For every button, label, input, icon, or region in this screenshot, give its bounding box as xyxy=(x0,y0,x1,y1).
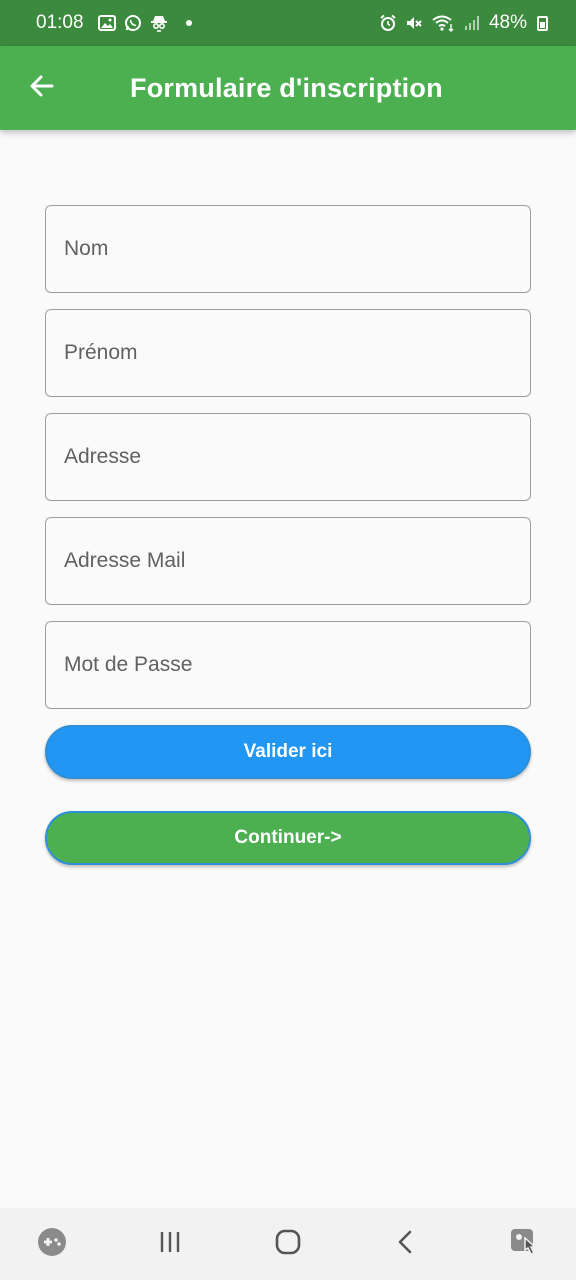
email-field[interactable] xyxy=(45,517,531,605)
registration-form: Valider ici Continuer-> xyxy=(45,205,531,865)
app-bar: Formulaire d'inscription xyxy=(0,46,576,130)
assistant-icon xyxy=(508,1226,540,1263)
gallery-icon xyxy=(97,14,116,32)
recent-apps-button[interactable] xyxy=(140,1214,200,1274)
submit-button[interactable]: Valider ici xyxy=(45,725,531,779)
wifi-icon xyxy=(431,14,455,32)
status-right: 48% xyxy=(379,12,548,34)
prenom-field[interactable] xyxy=(45,309,531,397)
status-time: 01:08 xyxy=(36,12,84,33)
status-left: 01:08 xyxy=(36,12,192,34)
home-icon xyxy=(273,1227,303,1262)
whatsapp-icon xyxy=(124,14,142,32)
notification-dot xyxy=(185,20,192,26)
status-bar: 01:08 48% xyxy=(0,0,576,46)
nav-back-button[interactable] xyxy=(376,1214,436,1274)
incognito-icon xyxy=(150,14,168,32)
game-launcher-icon xyxy=(36,1226,68,1263)
password-field[interactable] xyxy=(45,621,531,709)
home-button[interactable] xyxy=(258,1214,318,1274)
battery-icon xyxy=(537,15,548,31)
game-launcher-button[interactable] xyxy=(22,1214,82,1274)
battery-percent: 48% xyxy=(488,12,527,33)
mute-icon xyxy=(405,14,423,32)
recent-apps-icon xyxy=(156,1228,184,1261)
adresse-field[interactable] xyxy=(45,413,531,501)
page-title: Formulaire d'inscription xyxy=(130,72,443,103)
nom-field[interactable] xyxy=(45,205,531,293)
back-icon xyxy=(392,1228,420,1261)
assistant-button[interactable] xyxy=(494,1214,554,1274)
back-button[interactable] xyxy=(0,46,84,130)
alarm-icon xyxy=(379,14,397,32)
arrow-left-icon xyxy=(28,72,56,105)
signal-icon xyxy=(463,14,481,32)
navigation-bar xyxy=(0,1208,576,1280)
continue-button[interactable]: Continuer-> xyxy=(45,811,531,865)
